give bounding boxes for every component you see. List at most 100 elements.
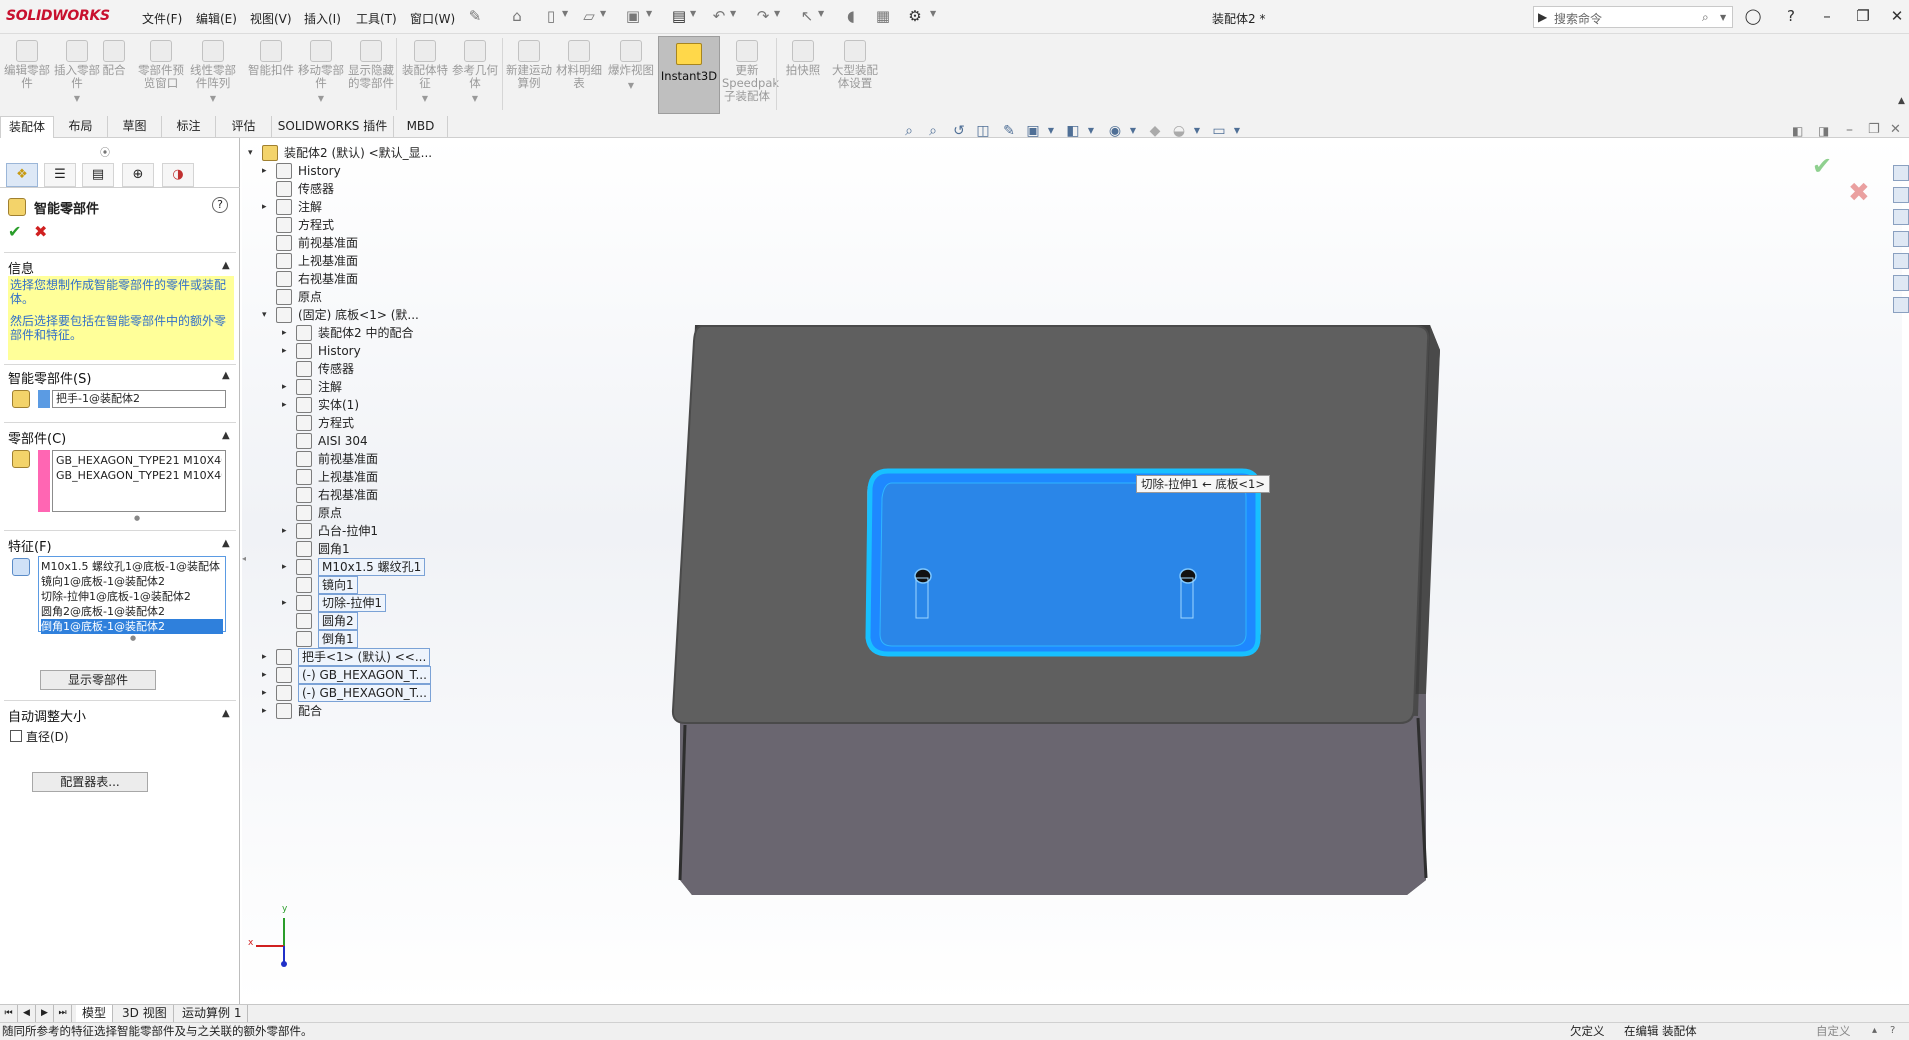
tab-evaluate[interactable]: 评估 <box>216 116 272 138</box>
resize-handle-icon[interactable]: ● <box>130 634 136 642</box>
chevron-down-icon[interactable]: ▼ <box>690 9 696 18</box>
viewport-restore-icon[interactable]: ❐ <box>1868 122 1880 137</box>
file-explorer-icon[interactable] <box>1893 209 1909 225</box>
smart-fastener-button[interactable]: 智能扣件 <box>246 36 296 77</box>
features-section-header[interactable]: 特征(F) <box>8 536 52 555</box>
configurator-table-button[interactable]: 配置器表... <box>32 772 148 792</box>
assembly-feature-button[interactable]: 装配体特征 ▼ <box>400 36 450 105</box>
menu-file[interactable]: 文件(F) <box>142 10 182 27</box>
chevron-down-icon[interactable]: ▼ <box>1124 122 1142 140</box>
list-item[interactable]: GB_HEXAGON_TYPE21 M10X40-4C <box>56 453 222 468</box>
smart-component-field[interactable]: 把手-1@装配体2 <box>52 390 226 408</box>
resize-handle-icon[interactable]: ● <box>134 514 140 522</box>
chevron-down-icon[interactable]: ▼ <box>562 9 568 18</box>
tab-assembly[interactable]: 装配体 <box>0 116 54 138</box>
ribbon-expand-icon[interactable]: ▲ <box>1898 96 1905 106</box>
threaded-hole[interactable] <box>1179 568 1197 584</box>
linear-pattern-button[interactable]: 线性零部件阵列 ▼ <box>188 36 238 105</box>
last-tab-icon[interactable]: ⏭ <box>54 1005 72 1022</box>
help-icon[interactable]: ? <box>1780 6 1802 26</box>
tab-motion-study[interactable]: 运动算例 1 <box>176 1005 249 1022</box>
list-item[interactable]: 圆角2@底板-1@装配体2 <box>41 604 223 619</box>
home-icon[interactable]: ⌂ <box>508 7 526 25</box>
take-snapshot-button[interactable]: 拍快照 <box>778 36 828 77</box>
menu-window[interactable]: 窗口(W) <box>410 10 455 27</box>
apply-scene-icon[interactable]: ◒ <box>1170 122 1188 140</box>
model-view[interactable] <box>242 138 1902 1004</box>
redo-icon[interactable]: ↷ <box>754 7 772 25</box>
close-icon[interactable]: ✕ <box>1886 6 1908 26</box>
panel-collapse-handle-icon[interactable]: ◂ <box>242 554 246 563</box>
search-command-box[interactable]: ▶ 搜索命令 ⌕ ▼ <box>1533 6 1733 28</box>
edit-component-button[interactable]: 编辑零部件 <box>2 36 52 90</box>
forum-icon[interactable] <box>1893 297 1909 313</box>
chevron-right-icon[interactable]: ▸ <box>282 594 292 612</box>
search-input[interactable]: 搜索命令 <box>1554 10 1602 27</box>
chevron-down-icon[interactable]: ▼ <box>1188 122 1206 140</box>
cancel-x-icon[interactable]: ✖ <box>1848 178 1870 208</box>
list-item[interactable]: GB_HEXAGON_TYPE21 M10X40-4C <box>56 468 222 483</box>
tab-layout[interactable]: 布局 <box>54 116 108 138</box>
open-folder-icon[interactable]: ▱ <box>580 7 598 25</box>
show-hidden-components-button[interactable]: 显示隐藏的零部件 <box>346 36 396 90</box>
auto-size-section-header[interactable]: 自动调整大小 <box>8 706 86 725</box>
chevron-right-icon[interactable]: ▸ <box>282 396 292 414</box>
section-view-icon[interactable]: ◫ <box>974 122 992 140</box>
chevron-right-icon[interactable]: ▸ <box>262 198 272 216</box>
chevron-down-icon[interactable]: ▼ <box>930 9 936 18</box>
view-palette-icon[interactable] <box>1893 231 1909 247</box>
menu-view[interactable]: 视图(V) <box>250 10 292 27</box>
property-manager-tab-icon[interactable]: ☰ <box>44 163 76 187</box>
status-units[interactable]: 自定义 <box>1816 1023 1851 1040</box>
component-preview-button[interactable]: 零部件预览窗口 <box>136 36 186 90</box>
cancel-x-icon[interactable]: ✖ <box>34 222 47 241</box>
display-manager-tab-icon[interactable]: ◑ <box>162 163 194 187</box>
exploded-view-button[interactable]: 爆炸视图 ▼ <box>606 36 656 92</box>
list-item[interactable]: 切除-拉伸1@底板-1@装配体2 <box>41 589 223 604</box>
tab-markup[interactable]: 标注 <box>162 116 216 138</box>
menu-tools[interactable]: 工具(T) <box>356 10 397 27</box>
info-section-header[interactable]: 信息 <box>8 258 34 277</box>
view-orientation-icon[interactable]: ▣ <box>1024 122 1042 140</box>
chevron-right-icon[interactable]: ▸ <box>262 666 272 684</box>
confirm-check-icon[interactable]: ✔ <box>1812 152 1832 180</box>
components-section-header[interactable]: 零部件(C) <box>8 428 66 447</box>
move-component-button[interactable]: 移动零部件 ▼ <box>296 36 346 105</box>
threaded-hole[interactable] <box>914 568 932 584</box>
features-list[interactable]: M10x1.5 螺纹孔1@底板-1@装配体 镜向1@底板-1@装配体2 切除-拉… <box>38 556 226 634</box>
dimxpert-tab-icon[interactable]: ⊕ <box>122 163 154 187</box>
viewport-close-icon[interactable]: ✕ <box>1890 122 1901 137</box>
chevron-right-icon[interactable]: ▸ <box>262 684 272 702</box>
bill-of-materials-button[interactable]: 材料明细表 <box>554 36 604 90</box>
chevron-right-icon[interactable]: ▸ <box>262 162 272 180</box>
tab-mbd[interactable]: MBD <box>394 116 448 138</box>
list-item-selected[interactable]: 倒角1@底板-1@装配体2 <box>41 619 223 634</box>
restore-icon[interactable]: ❐ <box>1852 6 1874 26</box>
chevron-down-icon[interactable]: ▼ <box>1720 13 1726 22</box>
chevron-down-icon[interactable]: ▼ <box>1042 122 1060 140</box>
collapse-left-icon[interactable]: ◧ <box>1792 124 1803 138</box>
view-settings-icon[interactable]: ▭ <box>1210 122 1228 140</box>
chevron-up-icon[interactable]: ▴ <box>1872 1022 1877 1039</box>
chevron-down-icon[interactable]: ▼ <box>646 9 652 18</box>
smart-component-section-header[interactable]: 智能零部件(S) <box>8 368 91 387</box>
chevron-right-icon[interactable]: ▸ <box>282 558 292 576</box>
home-icon[interactable] <box>1893 165 1909 181</box>
diameter-checkbox[interactable] <box>10 730 22 742</box>
ok-check-icon[interactable]: ✔ <box>8 222 21 241</box>
tab-3d-views[interactable]: 3D 视图 <box>116 1005 174 1022</box>
chevron-down-icon[interactable]: ▼ <box>1228 122 1246 140</box>
zoom-to-area-icon[interactable]: ⌕ <box>924 122 942 140</box>
select-cursor-icon[interactable]: ↖ <box>798 7 816 25</box>
chevron-down-icon[interactable]: ▼ <box>450 92 500 105</box>
chevron-down-icon[interactable]: ▼ <box>730 9 736 18</box>
minimize-icon[interactable]: – <box>1816 6 1838 26</box>
chevron-down-icon[interactable]: ▼ <box>52 92 102 105</box>
graphics-area[interactable]: y x ✔ ✖ <box>242 138 1902 1004</box>
chevron-right-icon[interactable]: ▸ <box>262 702 272 720</box>
chevron-up-icon[interactable]: ▲ <box>222 370 230 381</box>
components-list[interactable]: GB_HEXAGON_TYPE21 M10X40-4C GB_HEXAGON_T… <box>52 450 226 512</box>
menu-edit[interactable]: 编辑(E) <box>196 10 237 27</box>
prev-tab-icon[interactable]: ◀ <box>18 1005 36 1022</box>
tab-model[interactable]: 模型 <box>76 1005 114 1022</box>
